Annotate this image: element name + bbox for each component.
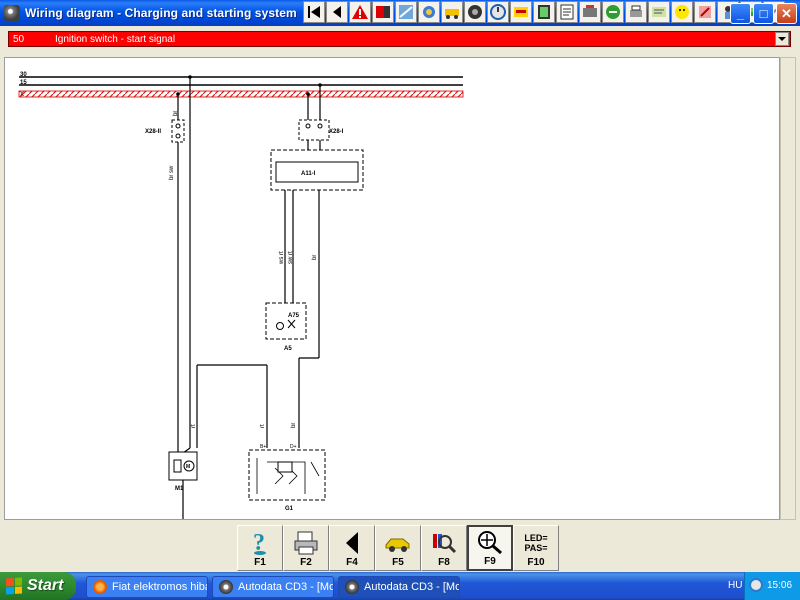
help-icon: ? bbox=[248, 529, 272, 557]
chevron-down-icon[interactable] bbox=[775, 32, 789, 46]
f2-print-button[interactable]: F2 bbox=[283, 525, 329, 571]
component-a75-label: A75 bbox=[288, 313, 300, 319]
f9-zoom-button[interactable]: F9 bbox=[467, 525, 513, 571]
connector-x28-i bbox=[298, 119, 330, 141]
function-keys: ? F1 F2 F4 F5 F8 F9 LED= PAS= F10 bbox=[237, 525, 559, 571]
help-icon[interactable] bbox=[694, 1, 716, 23]
clock[interactable]: 15:06 bbox=[767, 580, 792, 591]
signal-label: Ignition switch - start signal bbox=[55, 33, 176, 45]
taskbar-item-fiat[interactable]: Fiat elektromos hiba -... bbox=[86, 576, 208, 598]
taskbar-item-autodata-1[interactable]: Autodata CD3 - [Mod... bbox=[212, 576, 334, 598]
signal-number: 50 bbox=[13, 33, 25, 45]
multimeter-icon[interactable] bbox=[372, 1, 394, 23]
close-button[interactable]: ✕ bbox=[776, 3, 797, 24]
component-g1-label: G1 bbox=[285, 506, 294, 512]
window-title: Wiring diagram - Charging and starting s… bbox=[25, 6, 297, 20]
zoom-icon bbox=[476, 528, 504, 556]
f8-component-search-button[interactable]: F8 bbox=[421, 525, 467, 571]
minimize-button[interactable]: _ bbox=[730, 3, 751, 24]
signal-selector-bar: 50 Ignition switch - start signal bbox=[0, 26, 800, 52]
autodata-icon bbox=[219, 580, 233, 594]
wire-wsrt-label: ws rt bbox=[279, 251, 285, 265]
maximize-button[interactable]: □ bbox=[753, 3, 774, 24]
module-a11-i-label: A11-I bbox=[301, 171, 316, 177]
f4-back-button[interactable]: F4 bbox=[329, 525, 375, 571]
f1-help-button[interactable]: ? F1 bbox=[237, 525, 283, 571]
components-icon[interactable] bbox=[602, 1, 624, 23]
wire-br-right-label: br bbox=[312, 255, 318, 260]
timing-icon[interactable] bbox=[487, 1, 509, 23]
vertical-scrollbar[interactable] bbox=[780, 57, 796, 520]
wire-br-g1-label: br bbox=[291, 423, 297, 428]
autodata-icon bbox=[345, 580, 359, 594]
warning-icon[interactable] bbox=[349, 1, 371, 23]
wiring-diagram-svg: 30 15 X br X28-II br sw X28-I A11-I ws r… bbox=[18, 72, 464, 519]
skip-back-icon[interactable] bbox=[303, 1, 325, 23]
back-arrow-icon bbox=[342, 529, 362, 557]
bus-30-label: 30 bbox=[20, 72, 27, 78]
connector-x28-i-label: X28-I bbox=[329, 129, 344, 135]
f5-car-button[interactable]: F5 bbox=[375, 525, 421, 571]
sensor-icon[interactable] bbox=[395, 1, 417, 23]
connector-x28-ii-label: X28-II bbox=[145, 129, 161, 135]
component-a5 bbox=[265, 302, 307, 340]
bus-x-label: X bbox=[20, 92, 24, 98]
firefox-icon bbox=[93, 580, 107, 594]
diagram-frame: 30 15 X br X28-II br sw X28-I A11-I ws r… bbox=[0, 52, 800, 524]
toolbar bbox=[303, 1, 785, 23]
bus-15-label: 15 bbox=[20, 80, 27, 86]
start-button[interactable]: Start bbox=[0, 572, 76, 600]
car-icon bbox=[383, 529, 413, 557]
print-icon bbox=[292, 529, 320, 557]
tool-icon[interactable] bbox=[418, 1, 440, 23]
language-indicator[interactable]: HU bbox=[728, 580, 742, 591]
taskbar: Start Fiat elektromos hiba -... Autodata… bbox=[0, 572, 800, 600]
taskbar-item-autodata-2[interactable]: Autodata CD3 - [Mod... bbox=[338, 576, 460, 598]
wheel-icon[interactable] bbox=[464, 1, 486, 23]
printer-icon[interactable] bbox=[625, 1, 647, 23]
back-icon[interactable] bbox=[326, 1, 348, 23]
signal-dropdown[interactable]: 50 Ignition switch - start signal bbox=[8, 31, 791, 47]
document-icon[interactable] bbox=[556, 1, 578, 23]
wiring-diagram[interactable]: 30 15 X br X28-II br sw X28-I A11-I ws r… bbox=[4, 57, 780, 520]
f10-led-pas-button[interactable]: LED= PAS= F10 bbox=[513, 525, 559, 571]
component-g1 bbox=[248, 449, 326, 501]
wire-br-sw-label: br sw bbox=[169, 165, 175, 180]
notes-icon[interactable] bbox=[648, 1, 670, 23]
filter-icon[interactable] bbox=[533, 1, 555, 23]
wire-rt-g1-label: rt bbox=[260, 424, 266, 428]
wire-swrt-label: sw rt bbox=[288, 251, 294, 264]
engine-icon[interactable] bbox=[579, 1, 601, 23]
led-pas-icon: LED= PAS= bbox=[524, 533, 548, 553]
function-key-bar: ? F1 F2 F4 F5 F8 F9 LED= PAS= F10 bbox=[0, 524, 800, 572]
connector-x28-ii bbox=[171, 119, 185, 143]
windows-logo-icon bbox=[6, 577, 22, 595]
settings-icon[interactable] bbox=[441, 1, 463, 23]
bus-x-line bbox=[18, 90, 464, 98]
network-icon[interactable] bbox=[749, 578, 763, 592]
title-bar: Wiring diagram - Charging and starting s… bbox=[0, 0, 800, 26]
layout-icon[interactable] bbox=[671, 1, 693, 23]
system-tray: 15:06 bbox=[744, 572, 800, 600]
component-search-icon bbox=[430, 529, 458, 557]
window-controls: _ □ ✕ bbox=[730, 3, 797, 24]
wire-rt-m1-label: rt bbox=[191, 424, 197, 428]
svg-text:M: M bbox=[186, 464, 190, 470]
svg-text:B+: B+ bbox=[260, 444, 266, 450]
gauge-icon[interactable] bbox=[510, 1, 532, 23]
component-a5-label: A5 bbox=[284, 346, 292, 352]
app-icon[interactable] bbox=[4, 5, 20, 21]
svg-text:D+: D+ bbox=[290, 444, 297, 450]
